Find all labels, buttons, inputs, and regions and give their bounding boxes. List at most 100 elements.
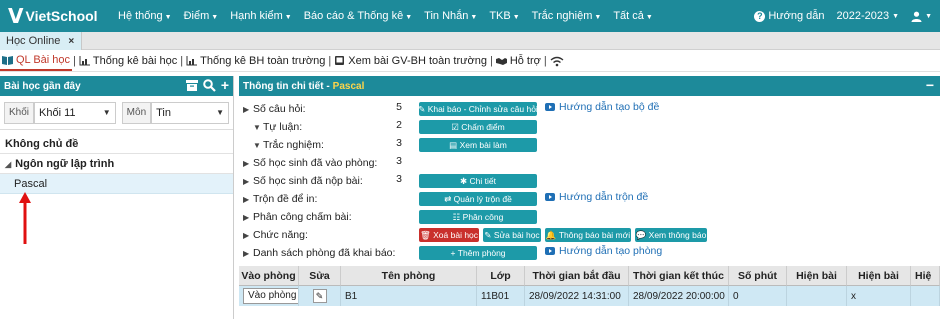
sua-bai-hoc-button[interactable]: ✎ Sửa bài học [483, 228, 541, 242]
row-chuc-nang: ▶ Chức năng: [243, 229, 308, 241]
menu-tat-ca[interactable]: Tất cả ▼ [613, 10, 653, 22]
year-select[interactable]: 2022-2023 ▼ [837, 10, 900, 22]
col-sua[interactable]: Sửa [299, 266, 341, 286]
cell-lop: 11B01 [477, 286, 525, 306]
subnav-ql-bai-hoc[interactable]: QL Bài học [0, 51, 73, 71]
cell-ten-phong: B1 [341, 286, 477, 306]
panel-title: Bài học gần đây [4, 80, 81, 92]
chi-tiet-button[interactable]: ✱ Chi tiết [419, 174, 537, 188]
cell-so-phut: 0 [729, 286, 787, 306]
huong-dan-tao-bo-de-link[interactable]: Hướng dẫn tạo bộ đề [545, 101, 659, 113]
phan-cong-button[interactable]: ☷ Phân công [419, 210, 537, 224]
tab-label: Học Online [6, 35, 61, 47]
cell-hien-bai-1 [787, 286, 847, 306]
add-icon[interactable]: + [221, 78, 229, 92]
mon-select[interactable]: Tin ▼ [151, 101, 229, 124]
row-trac-nghiem: ▼ Trắc nghiệm: [253, 139, 324, 151]
detail-panel: Thông tin chi tiết - Pascal − ▶ Số câu hỏ… [239, 76, 940, 319]
tab-strip: Học Online × [0, 32, 940, 50]
help-link[interactable]: ? Hướng dẫn [754, 10, 825, 22]
logo-mark: V [8, 4, 24, 28]
menu-trac-nghiem[interactable]: Trắc nghiệm ▼ [532, 10, 602, 22]
subnav-thong-ke-toan-truong[interactable]: Thống kê BH toàn trường [184, 55, 327, 67]
filters-row: Khối Khối 11 ▼ Môn Tin ▼ [0, 96, 233, 130]
menu-tin-nhan[interactable]: Tin Nhắn ▼ [424, 10, 477, 22]
thong-bao-bai-moi-button[interactable]: 🔔 Thông báo bài mới [545, 228, 631, 242]
chevron-down-icon: ▼ [102, 107, 111, 117]
xoa-bai-hoc-button[interactable]: 🗑 Xoá bài học [419, 228, 479, 242]
khoi-select[interactable]: Khối 11 ▼ [34, 101, 116, 124]
row-vao-phong: ▶ Số học sinh đã vào phòng: [243, 157, 378, 169]
them-phong-button[interactable]: + Thêm phòng [419, 246, 537, 260]
menu-bao-cao[interactable]: Báo cáo & Thống kê ▼ [304, 10, 412, 22]
tree-leaf-pascal[interactable]: Pascal [0, 174, 233, 194]
col-vao-phong[interactable]: Vào phòng [239, 266, 299, 286]
user-menu[interactable]: ▼ [911, 11, 932, 22]
col-ten-phong[interactable]: Tên phòng [341, 266, 477, 286]
question-icon: ? [754, 10, 766, 22]
subnav-ho-tro[interactable]: Hỗ trợ [494, 55, 543, 67]
khoi-label: Khối [4, 101, 35, 124]
detail-rows: ▶ Số câu hỏi: 5 ▼ Tự luận: 2 ▼ Trắc nghiệm:… [239, 96, 940, 264]
chevron-down-icon: ▼ [216, 107, 224, 117]
menu-diem[interactable]: Điểm ▼ [184, 10, 219, 22]
cham-diem-button[interactable]: ☑ Chấm điểm [419, 120, 537, 134]
wifi-icon[interactable] [548, 56, 566, 67]
cell-ket-thuc: 28/09/2022 20:00:00 [629, 286, 729, 306]
rooms-table: Vào phòng Sửa Tên phòng Lớp Thời gian bắ… [239, 266, 940, 306]
subnav-xem-bai-gv[interactable]: Xem bài GV-BH toàn trường [332, 55, 489, 67]
edit-icon[interactable]: ✎ [312, 289, 327, 303]
quan-ly-tron-de-button[interactable]: ⇄ Quản lý trộn đề [419, 192, 537, 206]
value-tu-luan: 2 [396, 119, 402, 131]
col-lop[interactable]: Lớp [477, 266, 525, 286]
cell-vao-phong: Vào phòng [239, 286, 299, 306]
xem-bai-lam-button[interactable]: ▤ Xem bài làm [419, 138, 537, 152]
minus-icon[interactable]: − [926, 78, 934, 92]
chart-icon [79, 56, 90, 66]
col-hien-3[interactable]: Hiệ [911, 266, 940, 286]
row-tu-luan: ▼ Tự luận: [253, 121, 303, 133]
tree-node[interactable]: ◢ Ngôn ngữ lập trình [0, 154, 233, 174]
cell-sua: ✎ [299, 286, 341, 306]
col-bat-dau[interactable]: Thời gian bắt đầu [525, 266, 629, 286]
play-icon [545, 193, 555, 201]
menu-he-thong[interactable]: Hệ thống ▼ [118, 10, 172, 22]
search-icon[interactable] [203, 78, 216, 92]
huong-dan-tao-phong-link[interactable]: Hướng dẫn tạo phòng [545, 245, 662, 257]
value-trac-nghiem: 3 [396, 137, 402, 149]
menu-tkb[interactable]: TKB ▼ [489, 10, 519, 22]
play-icon [545, 247, 555, 255]
menu-hanh-kiem[interactable]: Hạnh kiểm ▼ [230, 10, 292, 22]
logo-text: VietSchool [25, 8, 98, 24]
value-vao-phong: 3 [396, 155, 402, 167]
vao-phong-button[interactable]: Vào phòng [243, 288, 298, 304]
cell-bat-dau: 28/09/2022 14:31:00 [525, 286, 629, 306]
row-danh-sach-phong: ▶ Danh sách phòng đã khai báo: [243, 247, 396, 259]
cell-hien-bai-2: x [847, 286, 911, 306]
play-icon [545, 103, 555, 111]
mon-label: Môn [121, 101, 152, 124]
col-hien-bai-2[interactable]: Hiện bài [847, 266, 911, 286]
close-icon[interactable]: × [68, 36, 74, 47]
cell-hien-3 [911, 286, 940, 306]
col-hien-bai-1[interactable]: Hiện bài [787, 266, 847, 286]
col-ket-thuc[interactable]: Thời gian kết thúc [629, 266, 729, 286]
recent-lessons-panel: Bài học gần đây + Khối Khối 11 ▼ Môn Tin ▼… [0, 76, 234, 319]
tab-hoc-online[interactable]: Học Online × [0, 32, 82, 50]
col-so-phut[interactable]: Số phút [729, 266, 787, 286]
khai-bao-button[interactable]: ✎ Khai báo - Chỉnh sửa câu hỏi [418, 102, 538, 116]
main-menu: Hệ thống ▼ Điểm ▼ Hạnh kiểm ▼ Báo cáo & Thố… [118, 10, 665, 22]
panel-header: Bài học gần đây + [0, 76, 233, 96]
top-right-nav: ? Hướng dẫn 2022-2023 ▼ ▼ [742, 0, 932, 32]
sub-nav: QL Bài học | Thống kê bài học | Thống kê… [0, 51, 940, 72]
row-so-cau-hoi: ▶ Số câu hỏi: [243, 103, 306, 115]
row-phan-cong: ▶ Phân công chấm bài: [243, 211, 352, 223]
red-arrow-annotation [19, 192, 31, 244]
row-nop-bai: ▶ Số học sinh đã nộp bài: [243, 175, 363, 187]
subnav-thong-ke-bai-hoc[interactable]: Thống kê bài học [77, 55, 179, 67]
tree-group[interactable]: Không chủ đề [0, 134, 233, 154]
archive-icon[interactable] [185, 79, 198, 91]
huong-dan-tron-de-link[interactable]: Hướng dẫn trộn đề [545, 191, 648, 203]
app-logo[interactable]: V VietSchool [0, 4, 118, 28]
xem-thong-bao-button[interactable]: 💬 Xem thông báo [635, 228, 707, 242]
